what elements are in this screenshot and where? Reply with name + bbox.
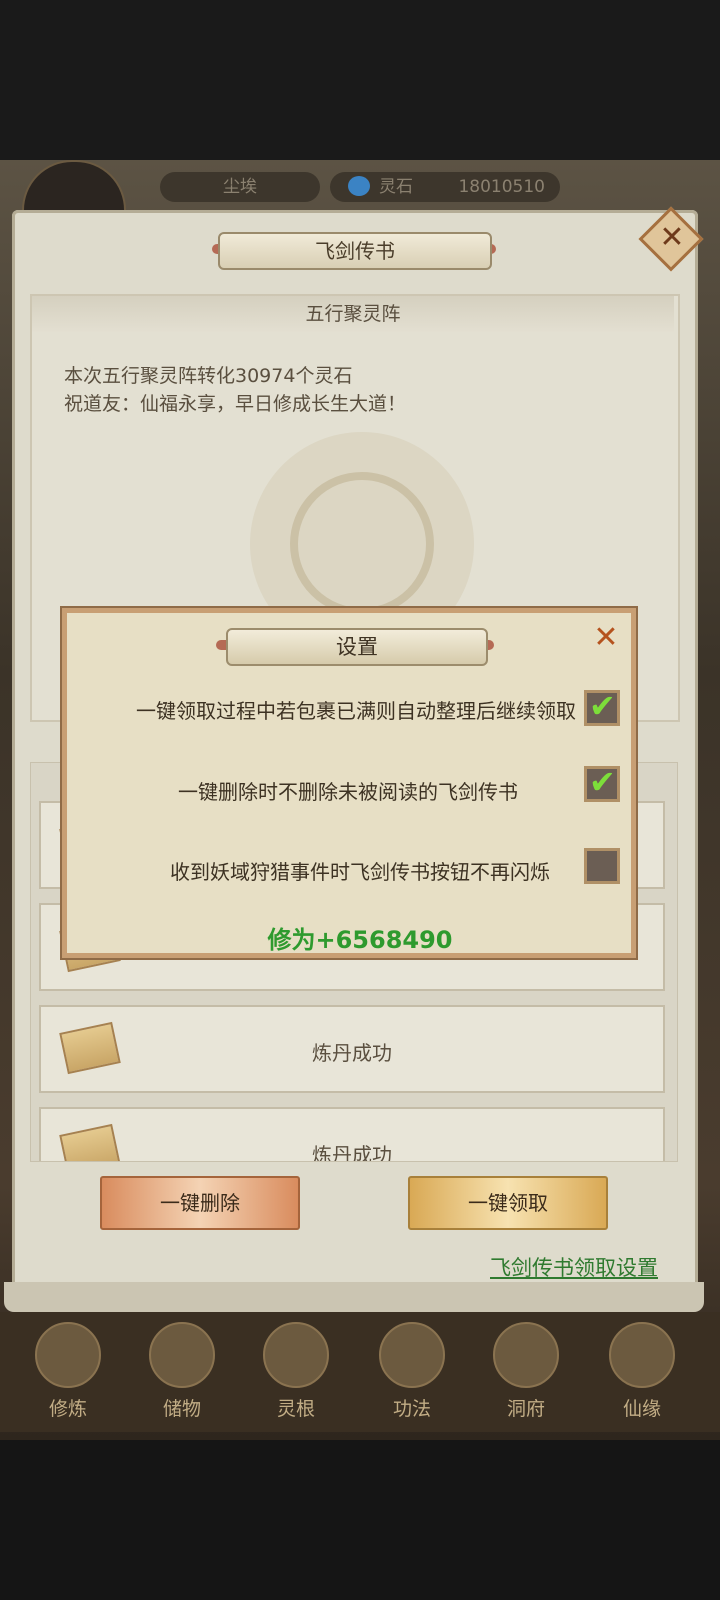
nav-label: 储物	[162, 1398, 201, 1420]
spirit-root-icon	[263, 1322, 329, 1388]
nav-item-cave[interactable]: 洞府	[486, 1322, 566, 1422]
check-icon: ✔	[589, 687, 616, 725]
option-label-no-flash: 收到妖域狩猎事件时飞剑传书按钮不再闪烁	[170, 860, 550, 884]
collect-settings-link[interactable]: 飞剑传书领取设置	[490, 1252, 658, 1282]
spirit-stone-icon	[348, 176, 370, 196]
list-item-label: 炼丹成功	[312, 1041, 392, 1065]
option-checkbox-no-flash[interactable]	[584, 848, 620, 884]
option-checkbox-auto-sort[interactable]: ✔	[584, 687, 620, 726]
seal-inner-decoration	[290, 472, 434, 616]
mail-line-2: 祝道友：仙福永享，早日修成长生大道！	[64, 393, 407, 415]
nav-label: 仙缘	[622, 1398, 661, 1420]
scroll-roll	[4, 1282, 704, 1312]
storage-bag-icon	[149, 1322, 215, 1388]
cultivate-icon	[35, 1322, 101, 1388]
option-label-auto-sort: 一键领取过程中若包裹已满则自动整理后继续领取	[136, 699, 576, 723]
option-checkbox-keep-unread[interactable]: ✔	[584, 763, 620, 802]
nav-item-fate[interactable]: 仙缘	[602, 1322, 682, 1422]
dialog-title: 设置	[226, 628, 488, 666]
mail-line-1: 本次五行聚灵阵转化30974个灵石	[64, 365, 353, 387]
option-label-keep-unread: 一键删除时不删除未被阅读的飞剑传书	[178, 780, 518, 804]
list-item[interactable]: 炼丹成功	[39, 1107, 665, 1162]
nav-label: 修炼	[48, 1398, 87, 1420]
nav-item-storage[interactable]: 储物	[142, 1322, 222, 1422]
nav-label: 灵根	[276, 1398, 315, 1420]
mail-subject: 五行聚灵阵	[32, 296, 674, 332]
dialog-close-icon[interactable]: ✕	[590, 622, 622, 654]
nav-item-cultivate[interactable]: 修炼	[28, 1322, 108, 1422]
list-item[interactable]: 炼丹成功	[39, 1005, 665, 1093]
stone-label: 灵石	[379, 177, 414, 197]
nav-label: 功法	[392, 1398, 431, 1420]
status-bar-area	[0, 0, 720, 160]
dust-label: 尘埃	[223, 177, 257, 197]
nav-item-spirit-root[interactable]: 灵根	[256, 1322, 336, 1422]
bottom-bar-area	[0, 1440, 720, 1600]
cave-gate-icon	[493, 1322, 559, 1388]
delete-all-button[interactable]: 一键删除	[100, 1176, 300, 1230]
dust-resource: 尘埃	[160, 172, 320, 202]
check-icon: ✔	[589, 763, 616, 801]
mail-body: 本次五行聚灵阵转化30974个灵石 祝道友：仙福永享，早日修成长生大道！	[64, 362, 644, 418]
nav-label: 洞府	[506, 1398, 545, 1420]
collect-all-button[interactable]: 一键领取	[408, 1176, 608, 1230]
list-item-label: 炼丹成功	[312, 1143, 392, 1162]
nav-item-technique[interactable]: 功法	[372, 1322, 452, 1422]
panel-title: 飞剑传书	[218, 232, 492, 270]
fate-icon	[609, 1322, 675, 1388]
stone-value: 18010510	[458, 177, 545, 197]
technique-book-icon	[379, 1322, 445, 1388]
close-icon[interactable]: ✕	[652, 218, 692, 258]
cultivation-reward-text: 修为+6568490	[267, 926, 453, 954]
